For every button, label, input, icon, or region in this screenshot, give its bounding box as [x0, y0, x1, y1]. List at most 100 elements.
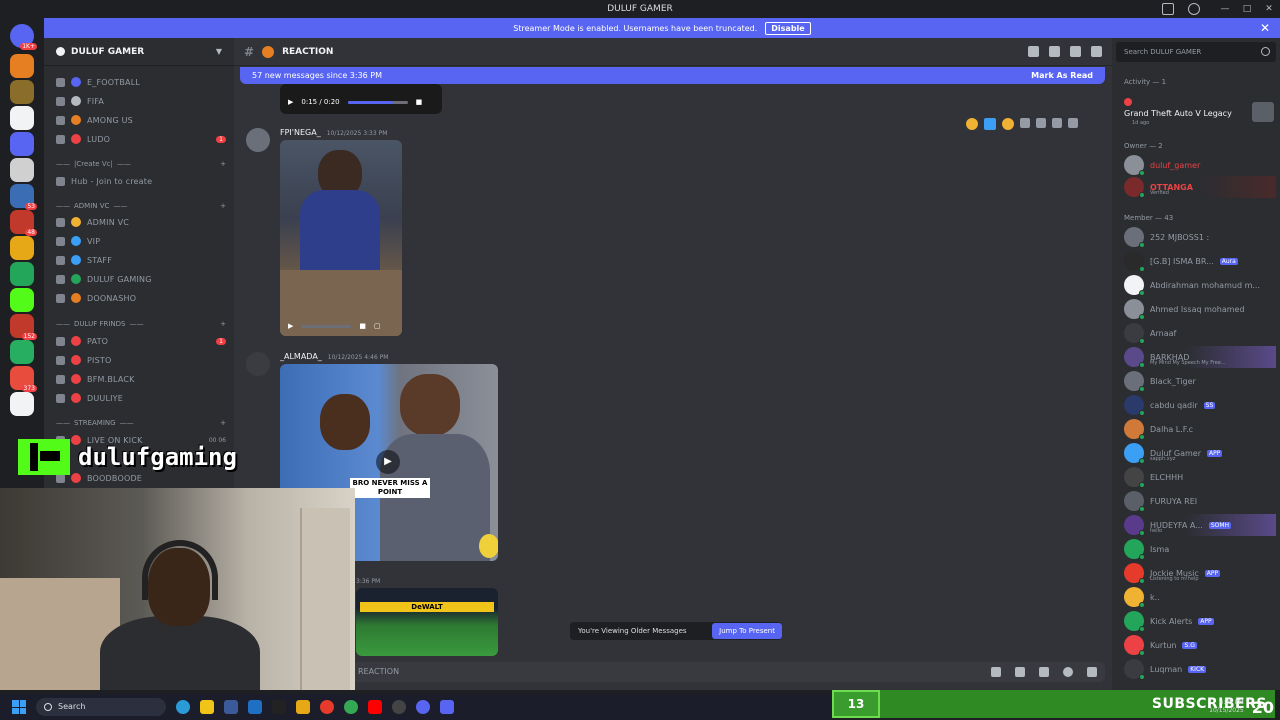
category-streaming[interactable]: —— STREAMING —— + — [56, 419, 226, 427]
taskbar-search[interactable]: Search — [36, 698, 166, 716]
video-player[interactable]: ▶ 0:15 / 0:20 ■ — [280, 84, 442, 114]
windows-start-icon[interactable] — [12, 700, 26, 714]
app-icon[interactable] — [272, 700, 286, 714]
video-attachment[interactable]: DeWALT — [356, 588, 498, 656]
member-item[interactable]: Duluf Gamer APP sapph.xyz — [1124, 442, 1276, 464]
jump-to-present-button[interactable]: Jump To Present — [712, 623, 782, 639]
server-icon[interactable] — [10, 54, 34, 78]
chrome-icon[interactable] — [344, 700, 358, 714]
server-icon[interactable] — [10, 236, 34, 260]
new-messages-bar[interactable]: 57 new messages since 3:36 PM Mark As Re… — [240, 67, 1105, 84]
forward-icon[interactable] — [1052, 118, 1062, 128]
banner-close-icon[interactable]: ✕ — [1260, 21, 1270, 35]
emoji-icon[interactable] — [1063, 667, 1073, 677]
maximize-icon[interactable]: □ — [1236, 0, 1258, 18]
voice-channel-admin-vc[interactable]: ADMIN VC — [56, 213, 226, 231]
activity-card[interactable]: Grand Theft Auto V Legacy 1d ago — [1124, 98, 1276, 126]
members-icon[interactable] — [1091, 46, 1102, 57]
member-item[interactable]: Abdirahman mohamud m... — [1124, 274, 1276, 296]
category-duluf-frinds[interactable]: —— DULUF FRINDS —— + — [56, 320, 226, 328]
disable-streamer-button[interactable]: Disable — [765, 21, 811, 35]
member-item[interactable]: [G.B] ISMA BR... Aura — [1124, 250, 1276, 272]
more-icon[interactable] — [1068, 118, 1078, 128]
laugh-emoji-icon[interactable] — [966, 118, 978, 130]
hub-join-channel[interactable]: Hub - Join to create — [56, 172, 226, 190]
play-icon[interactable]: ▶ — [288, 322, 293, 330]
play-icon[interactable]: ▶ — [288, 98, 293, 106]
app-icon[interactable] — [392, 700, 406, 714]
member-item[interactable]: Luqman KICK — [1124, 658, 1276, 680]
message-author[interactable]: FPI'NEGA_ 10/12/2025 3:33 PM — [280, 128, 387, 137]
category-admin-vc[interactable]: —— ADMIN VC —— + — [56, 202, 226, 210]
voice-channel-doonasho[interactable]: DOONASHO — [56, 289, 226, 307]
member-item[interactable]: FURUYA REI — [1124, 490, 1276, 512]
member-item[interactable]: cabdu qadir SS — [1124, 394, 1276, 416]
member-item[interactable]: Ahmed Issaq mohamed — [1124, 298, 1276, 320]
member-item[interactable]: duluf_gamer — [1124, 154, 1276, 176]
member-item[interactable]: Dalha L.F.c — [1124, 418, 1276, 440]
server-icon[interactable] — [10, 106, 34, 130]
voice-channel-fifa[interactable]: FIFA — [56, 92, 226, 110]
server-icon[interactable] — [10, 80, 34, 104]
mute-icon[interactable] — [1049, 46, 1060, 57]
yandex-icon[interactable] — [320, 700, 334, 714]
server-icon[interactable]: 373 — [10, 366, 37, 392]
server-icon[interactable]: 48 — [10, 210, 37, 236]
voice-channel-pisto[interactable]: PISTO — [56, 351, 226, 369]
avatar[interactable] — [246, 352, 270, 376]
server-icon[interactable]: 152 — [10, 314, 37, 340]
server-icon[interactable] — [10, 132, 34, 156]
server-icon[interactable] — [10, 392, 34, 416]
voice-channel-pato[interactable]: PATO 1 — [56, 332, 226, 350]
member-item[interactable]: ELCHHH — [1124, 466, 1276, 488]
mark-as-read-button[interactable]: Mark As Read — [1031, 71, 1093, 80]
volume-icon[interactable]: ■ — [416, 98, 423, 106]
voice-channel-ludo[interactable]: LUDO 1 — [56, 130, 226, 148]
gift-icon[interactable] — [991, 667, 1001, 677]
voice-channel-among-us[interactable]: AMONG US — [56, 111, 226, 129]
server-header[interactable]: DULUF GAMER ▼ — [44, 38, 234, 66]
discord-icon[interactable] — [440, 700, 454, 714]
add-channel-icon[interactable]: + — [220, 320, 226, 328]
add-channel-icon[interactable]: + — [220, 202, 226, 210]
calculator-icon[interactable] — [224, 700, 238, 714]
obs-icon[interactable] — [416, 700, 430, 714]
message-author[interactable]: _ALMADA_ 10/12/2025 4:46 PM — [280, 352, 388, 361]
reply-icon[interactable] — [1036, 118, 1046, 128]
minimize-icon[interactable]: — — [1214, 0, 1236, 18]
pin-icon[interactable] — [1070, 46, 1081, 57]
clock[interactable]: 4:35 PM 10/15/2025 — [1209, 699, 1244, 715]
member-item[interactable]: HUDEYFA A... SOMH hello — [1124, 514, 1276, 536]
member-item[interactable]: Kurtun S.G — [1124, 634, 1276, 656]
discord-home-icon[interactable]: 1K+ — [10, 24, 37, 50]
category-create-vc[interactable]: —— |Create Vc| —— + — [56, 160, 226, 168]
voice-channel-bfm-black[interactable]: BFM.BLACK — [56, 370, 226, 388]
server-icon[interactable] — [10, 288, 34, 312]
edge-icon[interactable] — [176, 700, 190, 714]
close-window-icon[interactable]: ✕ — [1258, 0, 1280, 18]
member-item[interactable]: k.. — [1124, 586, 1276, 608]
add-channel-icon[interactable]: + — [220, 160, 226, 168]
volume-icon[interactable]: ■ — [359, 322, 366, 330]
video-attachment[interactable]: ▶ ■ ▢ — [280, 140, 402, 336]
member-item[interactable]: Arnaaf — [1124, 322, 1276, 344]
fullscreen-icon[interactable]: ▢ — [374, 322, 381, 330]
member-item[interactable]: Jockie Music APP Listening to m!help — [1124, 562, 1276, 584]
reaction-icon[interactable] — [984, 118, 996, 130]
voice-channel-staff[interactable]: STAFF — [56, 251, 226, 269]
voice-channel-vip[interactable]: VIP — [56, 232, 226, 250]
cry-emoji-icon[interactable] — [1002, 118, 1014, 130]
inbox-icon[interactable] — [1162, 3, 1174, 15]
avatar[interactable] — [246, 128, 270, 152]
play-icon[interactable]: ▶ — [376, 450, 400, 474]
apps-icon[interactable] — [1087, 667, 1097, 677]
search-input[interactable]: Search DULUF GAMER — [1116, 42, 1276, 62]
voice-channel-e-football[interactable]: E_FOOTBALL — [56, 73, 226, 91]
gif-icon[interactable] — [1015, 667, 1025, 677]
file-explorer-icon[interactable] — [200, 700, 214, 714]
server-icon[interactable] — [10, 340, 34, 364]
app-icon[interactable] — [296, 700, 310, 714]
server-icon[interactable] — [10, 158, 34, 182]
server-icon[interactable] — [10, 262, 34, 286]
member-item[interactable]: Black_Tiger — [1124, 370, 1276, 392]
